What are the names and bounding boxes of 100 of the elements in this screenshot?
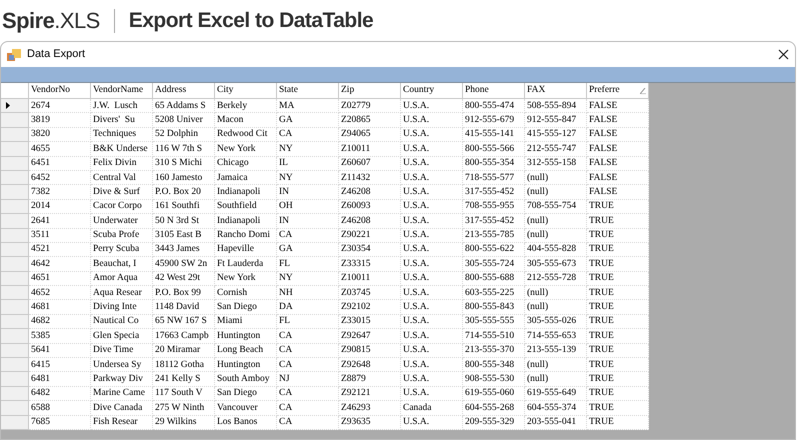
table-cell: Miami bbox=[215, 314, 277, 330]
table-cell: 6451 bbox=[29, 156, 91, 171]
table-cell: Cacor Corpo bbox=[91, 200, 153, 214]
column-label: VendorName bbox=[93, 84, 144, 98]
table-cell: Central Val bbox=[91, 170, 153, 186]
table-cell: CA bbox=[277, 329, 339, 344]
table-cell: TRUE bbox=[587, 272, 649, 286]
table-cell: IL bbox=[277, 156, 339, 171]
table-cell: 116 W 7th S bbox=[153, 142, 215, 157]
table-cell: 718-555-577 bbox=[463, 170, 525, 186]
table-cell: 3443 James bbox=[153, 242, 215, 258]
table-cell: Diving Inte bbox=[91, 300, 153, 315]
table-cell: (null) bbox=[525, 286, 587, 300]
table-cell: CA bbox=[277, 401, 339, 416]
column-header[interactable]: Phone bbox=[463, 83, 525, 99]
column-header[interactable]: Preferre bbox=[587, 83, 649, 99]
sort-icon bbox=[640, 88, 646, 94]
table-cell: 4682 bbox=[29, 314, 91, 330]
table-cell: CA bbox=[277, 128, 339, 142]
table-cell: 305-555-724 bbox=[463, 257, 525, 272]
table-cell: Huntington bbox=[215, 329, 277, 344]
table-cell: 708-555-754 bbox=[525, 200, 587, 214]
close-icon[interactable] bbox=[778, 49, 789, 60]
table-cell: TRUE bbox=[587, 386, 649, 402]
table-cell: Fish Resear bbox=[91, 416, 153, 430]
table-cell: U.S.A. bbox=[401, 314, 463, 330]
table-cell: Huntington bbox=[215, 358, 277, 372]
table-cell: 305-555-026 bbox=[525, 314, 587, 330]
table-cell: Dive Time bbox=[91, 344, 153, 358]
table-cell: J.W. Lusch bbox=[91, 99, 153, 114]
table-cell: Z60607 bbox=[339, 156, 401, 171]
table-cell: NJ bbox=[277, 372, 339, 387]
table-cell: 4651 bbox=[29, 272, 91, 286]
table-cell: New York bbox=[215, 142, 277, 157]
table-cell: FALSE bbox=[587, 113, 649, 128]
table-cell: 415-555-141 bbox=[463, 128, 525, 142]
column-header[interactable]: Address bbox=[153, 83, 215, 99]
column-label: Country bbox=[403, 84, 434, 98]
table-cell: 3511 bbox=[29, 228, 91, 243]
table-cell: 20 Miramar bbox=[153, 344, 215, 358]
table-cell: TRUE bbox=[587, 416, 649, 430]
table-cell: 4655 bbox=[29, 142, 91, 157]
table-cell: Long Beach bbox=[215, 344, 277, 358]
table-cell: DA bbox=[277, 300, 339, 315]
table-cell: U.S.A. bbox=[401, 257, 463, 272]
table-cell: 908-555-530 bbox=[463, 372, 525, 387]
table-cell: Z8879 bbox=[339, 372, 401, 387]
table-cell: Z03745 bbox=[339, 286, 401, 300]
table-cell: TRUE bbox=[587, 344, 649, 358]
column-header[interactable]: State bbox=[277, 83, 339, 99]
table-cell: 212-555-728 bbox=[525, 272, 587, 286]
table-cell: Jamaica bbox=[215, 170, 277, 186]
table-cell: 604-555-374 bbox=[525, 401, 587, 416]
column-header[interactable]: Country bbox=[401, 83, 463, 99]
table-cell: Chicago bbox=[215, 156, 277, 171]
table-cell: U.S.A. bbox=[401, 344, 463, 358]
table-cell: 317-555-452 bbox=[463, 185, 525, 200]
table-cell: (null) bbox=[525, 372, 587, 387]
row-header[interactable] bbox=[1, 99, 29, 114]
table-cell: Vancouver bbox=[215, 401, 277, 416]
window-title: Data Export bbox=[27, 47, 86, 62]
table-cell: 800-555-354 bbox=[463, 156, 525, 171]
column-header[interactable]: VendorNo bbox=[29, 83, 91, 99]
table-cell: (null) bbox=[525, 214, 587, 229]
table-cell: 45900 SW 2n bbox=[153, 257, 215, 272]
table-cell: 65 NW 167 S bbox=[153, 314, 215, 330]
table-cell: 5208 Univer bbox=[153, 113, 215, 128]
table-cell: 18112 Gotha bbox=[153, 358, 215, 372]
table-cell: TRUE bbox=[587, 200, 649, 214]
table-cell: Z92647 bbox=[339, 329, 401, 344]
table-cell: GA bbox=[277, 113, 339, 128]
table-cell: 117 South V bbox=[153, 386, 215, 402]
column-header[interactable]: VendorName bbox=[91, 83, 153, 99]
column-header[interactable]: City bbox=[215, 83, 277, 99]
table-cell: TRUE bbox=[587, 214, 649, 229]
column-header[interactable]: FAX bbox=[525, 83, 587, 99]
table-cell: Nautical Co bbox=[91, 314, 153, 330]
column-label: Preferre bbox=[589, 84, 620, 98]
table-cell: U.S.A. bbox=[401, 142, 463, 157]
table-cell: (null) bbox=[525, 228, 587, 243]
table-cell: 305-555-555 bbox=[463, 314, 525, 330]
table-cell: (null) bbox=[525, 358, 587, 372]
table-cell: FALSE bbox=[587, 170, 649, 186]
table-cell: Z94065 bbox=[339, 128, 401, 142]
table-cell: 6588 bbox=[29, 401, 91, 416]
table-cell: Z92121 bbox=[339, 386, 401, 402]
table-cell: TRUE bbox=[587, 286, 649, 300]
column-header[interactable]: Zip bbox=[339, 83, 401, 99]
table-cell: 800-555-566 bbox=[463, 142, 525, 157]
table-cell: 912-555-679 bbox=[463, 113, 525, 128]
table-cell: TRUE bbox=[587, 329, 649, 344]
table-cell: TRUE bbox=[587, 242, 649, 258]
table-cell: Z46208 bbox=[339, 214, 401, 229]
table-cell: U.S.A. bbox=[401, 156, 463, 171]
table-cell: 1148 David bbox=[153, 300, 215, 315]
table-cell: 404-555-828 bbox=[525, 242, 587, 258]
table-cell: San Diego bbox=[215, 300, 277, 315]
column-label: State bbox=[279, 84, 298, 98]
table-cell: Z33015 bbox=[339, 314, 401, 330]
logo: Spire.XLS bbox=[2, 7, 100, 35]
